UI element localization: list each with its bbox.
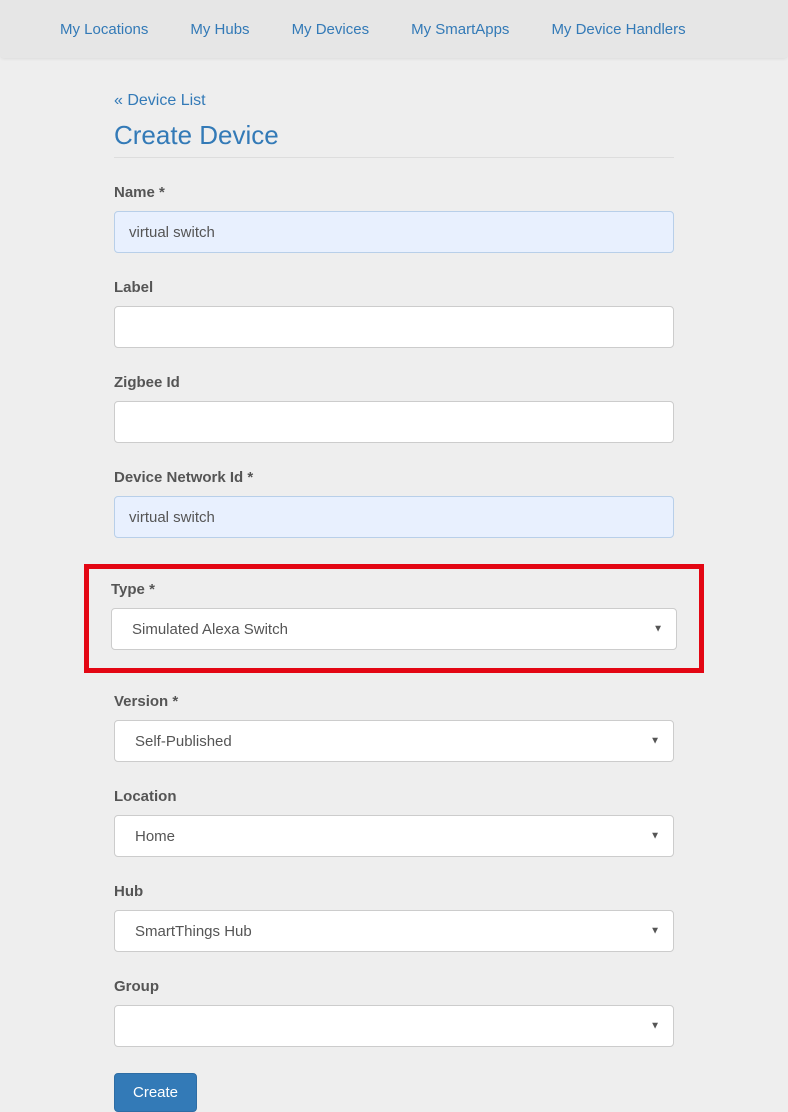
type-label: Type * — [111, 581, 677, 598]
device-network-id-label: Device Network Id * — [114, 469, 674, 486]
group-select[interactable] — [114, 1005, 674, 1047]
nav-my-device-handlers[interactable]: My Device Handlers — [551, 21, 685, 38]
top-navbar: My Locations My Hubs My Devices My Smart… — [0, 0, 788, 58]
hub-field-group: Hub SmartThings Hub ▼ — [114, 883, 674, 952]
nav-my-smartapps[interactable]: My SmartApps — [411, 21, 509, 38]
label-field-group: Label — [114, 279, 674, 348]
hub-select[interactable]: SmartThings Hub — [114, 910, 674, 952]
hub-label: Hub — [114, 883, 674, 900]
type-highlight-box: Type * Simulated Alexa Switch ▼ — [84, 564, 704, 673]
device-network-id-input[interactable] — [114, 496, 674, 538]
version-label: Version * — [114, 693, 674, 710]
create-button[interactable]: Create — [114, 1073, 197, 1112]
main-content: « Device List Create Device Name * Label… — [114, 92, 674, 1112]
name-input[interactable] — [114, 211, 674, 253]
nav-my-locations[interactable]: My Locations — [60, 21, 148, 38]
zigbee-id-input[interactable] — [114, 401, 674, 443]
name-field-group: Name * — [114, 184, 674, 253]
location-select[interactable]: Home — [114, 815, 674, 857]
type-select[interactable]: Simulated Alexa Switch — [111, 608, 677, 650]
name-label: Name * — [114, 184, 674, 201]
zigbee-id-label: Zigbee Id — [114, 374, 674, 391]
nav-my-devices[interactable]: My Devices — [292, 21, 370, 38]
nav-my-hubs[interactable]: My Hubs — [190, 21, 249, 38]
location-field-group: Location Home ▼ — [114, 788, 674, 857]
page-title: Create Device — [114, 120, 674, 158]
version-select[interactable]: Self-Published — [114, 720, 674, 762]
zigbee-id-field-group: Zigbee Id — [114, 374, 674, 443]
back-to-device-list-link[interactable]: « Device List — [114, 92, 206, 110]
group-field-group: Group ▼ — [114, 978, 674, 1047]
label-label: Label — [114, 279, 674, 296]
type-field-group: Type * Simulated Alexa Switch ▼ — [111, 581, 677, 650]
version-field-group: Version * Self-Published ▼ — [114, 693, 674, 762]
location-label: Location — [114, 788, 674, 805]
group-label: Group — [114, 978, 674, 995]
device-network-id-field-group: Device Network Id * — [114, 469, 674, 538]
label-input[interactable] — [114, 306, 674, 348]
